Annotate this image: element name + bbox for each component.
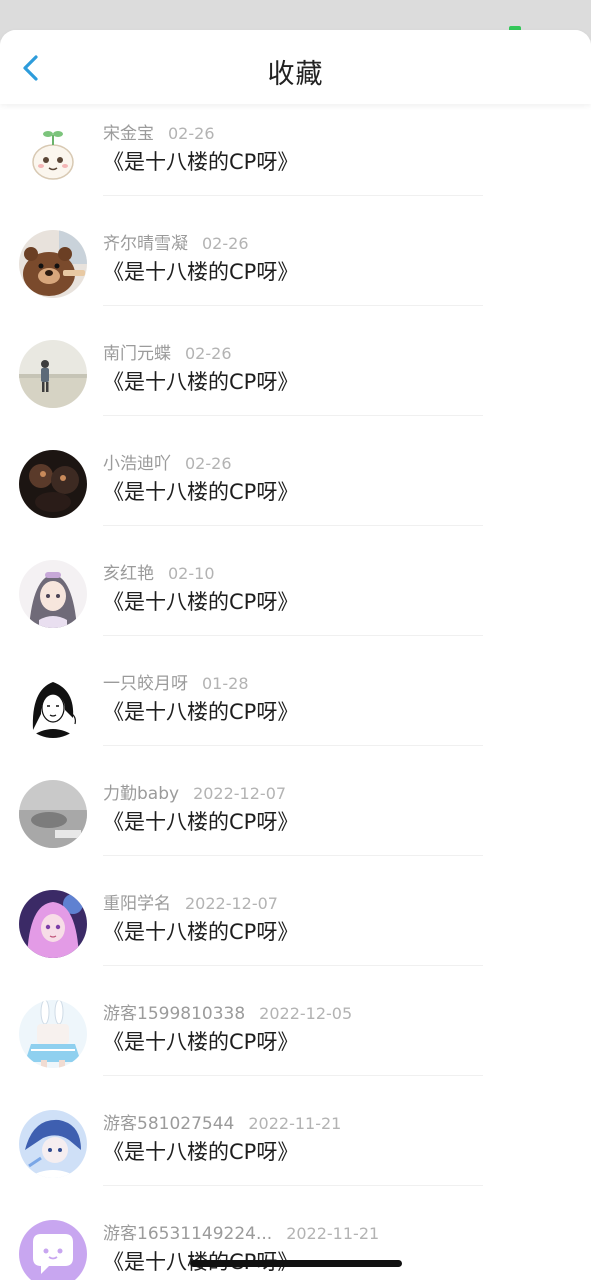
page-title: 收藏	[267, 59, 324, 90]
list-item[interactable]: 游客581027544 2022-11-21 《是十八楼的CP呀》	[0, 1078, 591, 1188]
divider	[103, 195, 483, 196]
post-date: 2022-12-05	[259, 1004, 353, 1023]
cartoon-sprout-avatar[interactable]	[19, 120, 87, 188]
post-date: 2022-12-07	[185, 894, 278, 913]
author-name: 游客16531149224...	[103, 1224, 273, 1244]
item-meta: 游客16531149224... 2022-11-21	[103, 1219, 379, 1244]
author-name: 宋金宝	[103, 124, 154, 144]
nav-header: 收藏	[0, 30, 591, 104]
post-date: 02-26	[202, 234, 249, 253]
author-name: 南门元蝶	[103, 344, 171, 364]
post-date: 01-28	[202, 674, 249, 693]
list-item[interactable]: 南门元蝶 02-26 《是十八楼的CP呀》	[0, 308, 591, 418]
divider	[103, 635, 483, 636]
author-name: 小浩迪吖	[103, 454, 171, 474]
list-item[interactable]: 一只皎月呀 01-28 《是十八楼的CP呀》	[0, 638, 591, 748]
post-date: 2022-11-21	[248, 1114, 342, 1133]
author-name: 亥红艳	[103, 564, 154, 584]
item-meta: 重阳学名 2022-12-07	[103, 889, 278, 914]
item-meta: 小浩迪吖 02-26	[103, 449, 232, 474]
favorites-list[interactable]: 宋金宝 02-26 《是十八楼的CP呀》 齐尔晴雪凝 02-26 《是十八楼的C…	[0, 104, 591, 1280]
post-title[interactable]: 《是十八楼的CP呀》	[103, 586, 298, 616]
author-name: 齐尔晴雪凝	[103, 234, 188, 254]
list-item[interactable]: 小浩迪吖 02-26 《是十八楼的CP呀》	[0, 418, 591, 528]
post-title[interactable]: 《是十八楼的CP呀》	[103, 366, 298, 396]
post-title[interactable]: 《是十八楼的CP呀》	[103, 916, 298, 946]
bunny-anime-avatar[interactable]	[19, 1000, 87, 1068]
blue-anime-avatar[interactable]	[19, 1110, 87, 1178]
author-name: 游客581027544	[103, 1114, 235, 1134]
divider	[103, 965, 483, 966]
item-meta: 力勤baby 2022-12-07	[103, 779, 286, 804]
item-meta: 宋金宝 02-26	[103, 119, 215, 144]
item-meta: 游客581027544 2022-11-21	[103, 1109, 341, 1134]
divider	[103, 1075, 483, 1076]
post-title[interactable]: 《是十八楼的CP呀》	[103, 256, 298, 286]
post-date: 02-26	[185, 344, 232, 363]
post-title[interactable]: 《是十八楼的CP呀》	[103, 146, 298, 176]
anime-girl-avatar[interactable]	[19, 560, 87, 628]
line-art-girl-avatar[interactable]	[19, 670, 87, 738]
item-meta: 亥红艳 02-10	[103, 559, 215, 584]
list-item[interactable]: 亥红艳 02-10 《是十八楼的CP呀》	[0, 528, 591, 638]
divider	[103, 1185, 483, 1186]
chat-bubble-avatar[interactable]	[19, 1220, 87, 1280]
pink-hair-girl-avatar[interactable]	[19, 890, 87, 958]
divider	[103, 415, 483, 416]
beach-person-avatar[interactable]	[19, 340, 87, 408]
post-title[interactable]: 《是十八楼的CP呀》	[103, 1026, 298, 1056]
home-indicator[interactable]	[190, 1260, 402, 1267]
post-title[interactable]: 《是十八楼的CP呀》	[103, 476, 298, 506]
divider	[103, 745, 483, 746]
list-item[interactable]: 游客1599810338 2022-12-05 《是十八楼的CP呀》	[0, 968, 591, 1078]
item-meta: 南门元蝶 02-26	[103, 339, 232, 364]
post-date: 02-10	[168, 564, 215, 583]
list-item[interactable]: 宋金宝 02-26 《是十八楼的CP呀》	[0, 104, 591, 198]
divider	[103, 525, 483, 526]
divider	[103, 305, 483, 306]
post-title[interactable]: 《是十八楼的CP呀》	[103, 696, 298, 726]
author-name: 游客1599810338	[103, 1004, 246, 1024]
post-title[interactable]: 《是十八楼的CP呀》	[103, 1136, 298, 1166]
gray-photo-avatar[interactable]	[19, 780, 87, 848]
list-item[interactable]: 齐尔晴雪凝 02-26 《是十八楼的CP呀》	[0, 198, 591, 308]
bear-avatar[interactable]	[19, 230, 87, 298]
dark-figure-avatar[interactable]	[19, 450, 87, 518]
author-name: 力勤baby	[103, 784, 180, 804]
author-name: 重阳学名	[103, 894, 171, 914]
post-date: 02-26	[168, 124, 215, 143]
post-date: 02-26	[185, 454, 232, 473]
post-date: 2022-12-07	[193, 784, 287, 803]
list-item[interactable]: 力勤baby 2022-12-07 《是十八楼的CP呀》	[0, 748, 591, 858]
post-title[interactable]: 《是十八楼的CP呀》	[103, 806, 298, 836]
list-item[interactable]: 重阳学名 2022-12-07 《是十八楼的CP呀》	[0, 858, 591, 968]
item-meta: 一只皎月呀 01-28	[103, 669, 249, 694]
author-name: 一只皎月呀	[103, 674, 188, 694]
post-date: 2022-11-21	[286, 1224, 380, 1243]
item-meta: 齐尔晴雪凝 02-26	[103, 229, 249, 254]
divider	[103, 855, 483, 856]
item-meta: 游客1599810338 2022-12-05	[103, 999, 352, 1024]
